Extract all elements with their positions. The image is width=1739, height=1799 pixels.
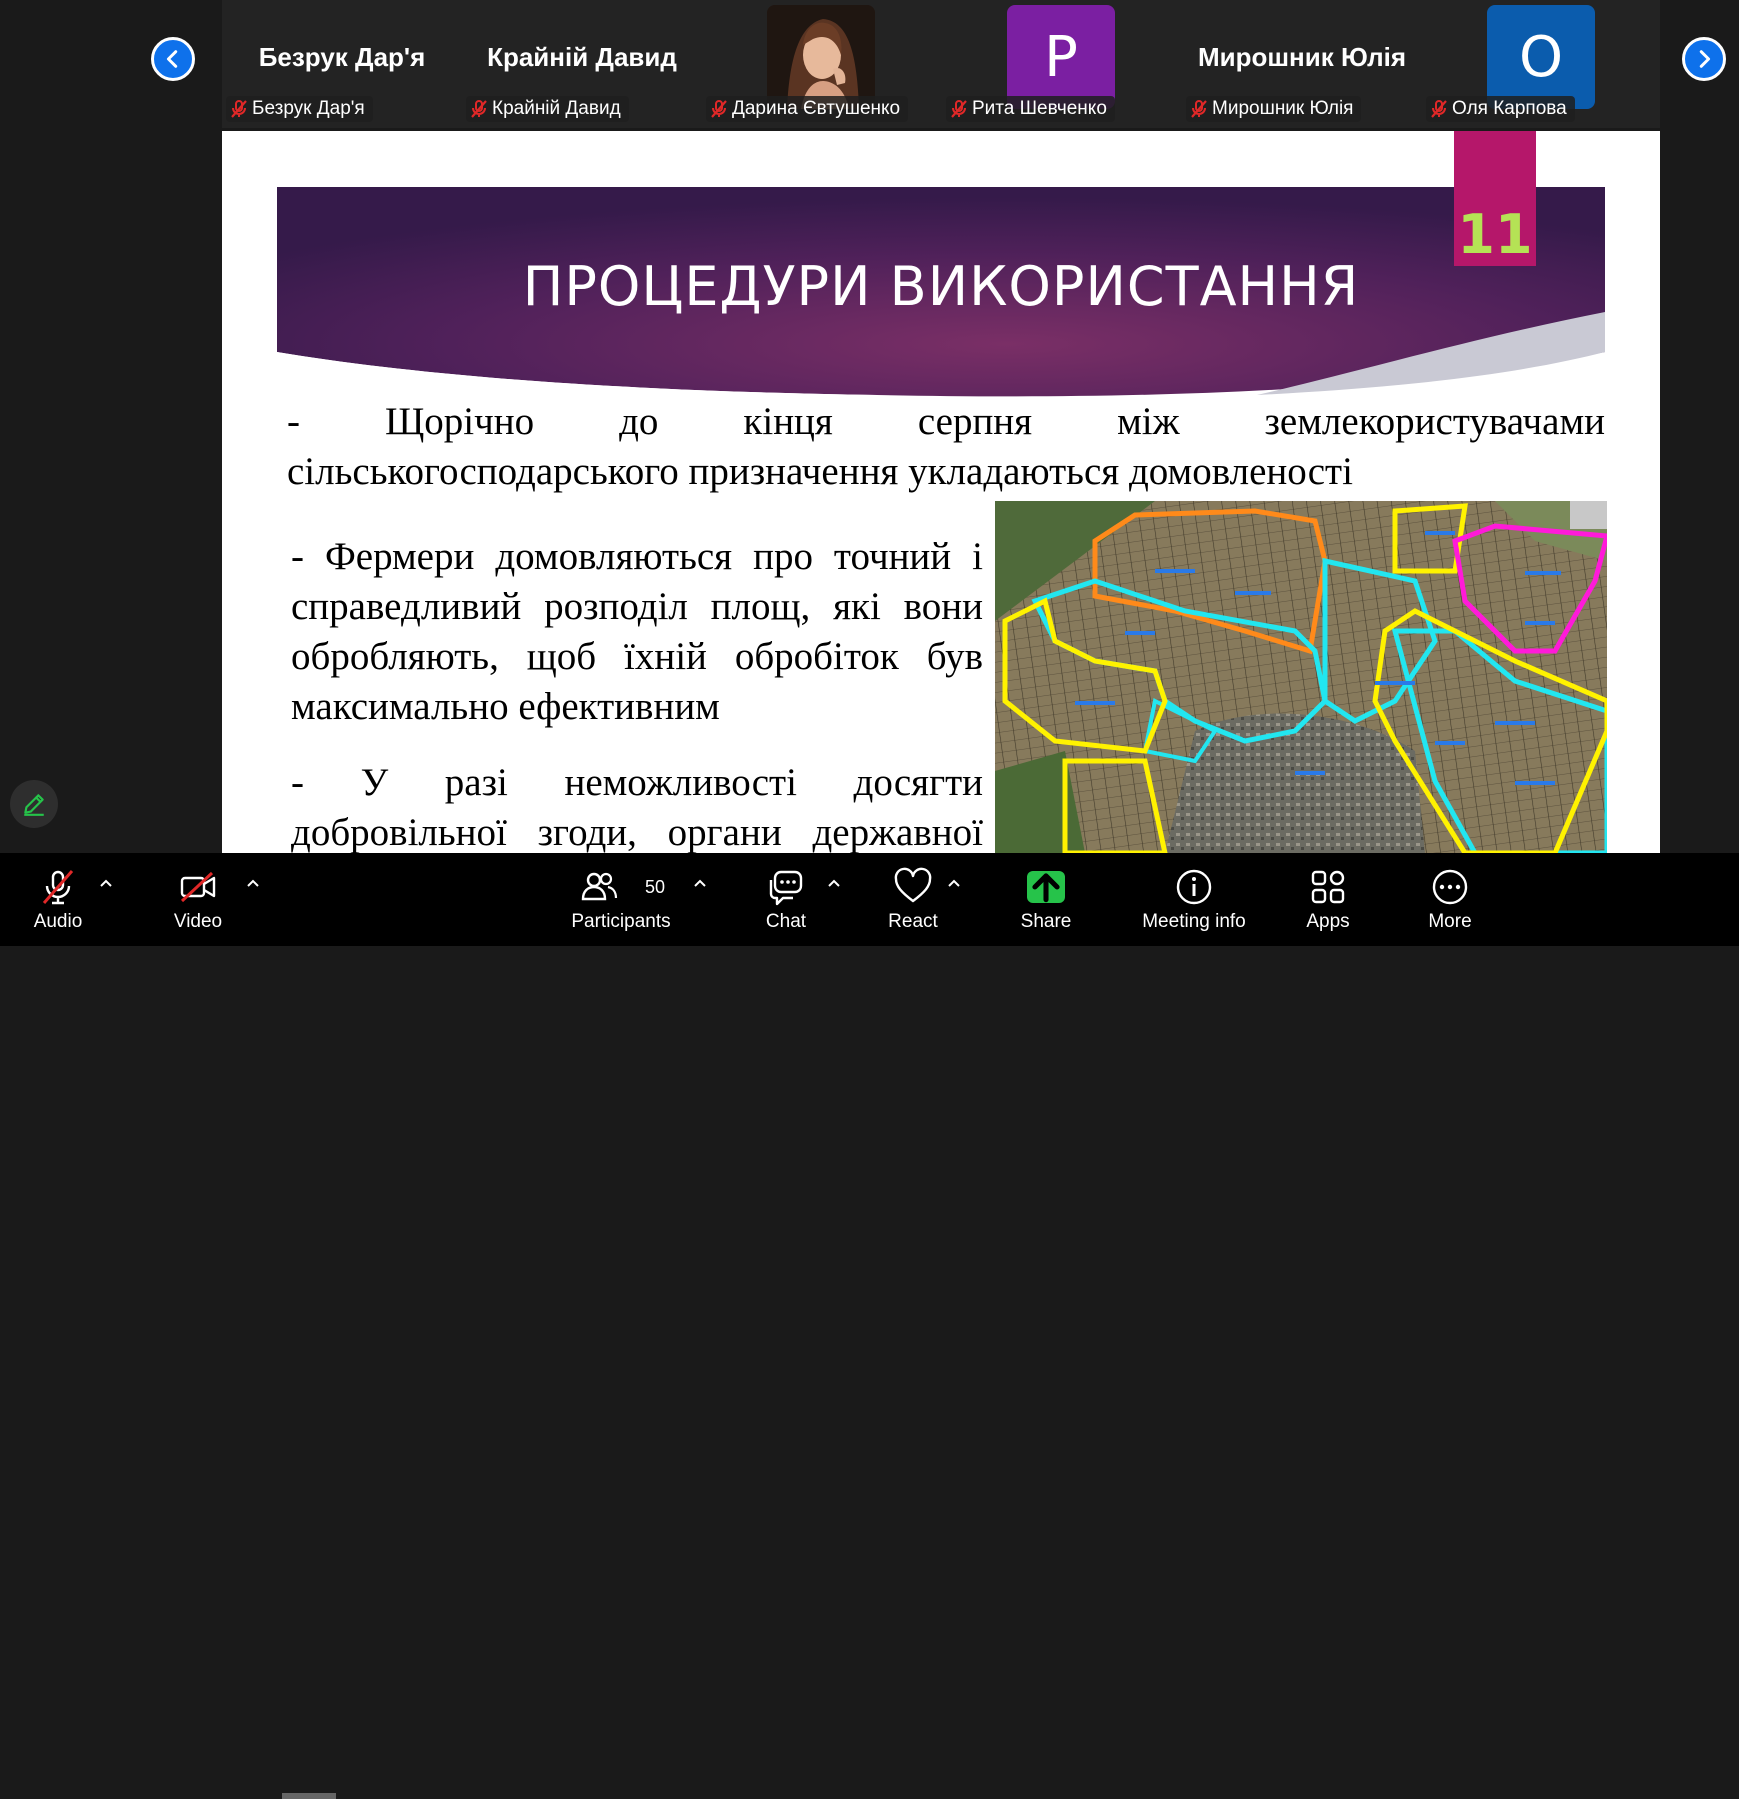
mic-muted-icon <box>951 100 967 118</box>
participants-options-chevron-up-icon[interactable] <box>692 875 708 891</box>
bottom-scroll-indicator <box>282 1793 336 1799</box>
participant-avatar: P <box>1007 5 1115 109</box>
participant-tile[interactable]: P Рита Шевченко <box>942 0 1182 128</box>
slide-paragraph-line: справедливий розподіл площ, які вони <box>291 585 983 628</box>
share-label: Share <box>1020 911 1072 932</box>
satellite-map-image <box>995 501 1607 853</box>
pencil-icon <box>24 794 44 816</box>
react-label: React <box>888 911 938 932</box>
share-icon-box <box>1027 871 1065 903</box>
slide-number-box: 11 <box>1454 131 1536 266</box>
slide-paragraph-line: максимально ефективним <box>291 685 720 728</box>
meeting-info-button[interactable]: Meeting info <box>1136 867 1252 937</box>
react-options-chevron-up-icon[interactable] <box>946 875 962 891</box>
slide-paragraph-line: - Фермери домовляються про точний і <box>291 535 983 578</box>
mic-muted-icon <box>1431 100 1447 118</box>
participant-video-photo <box>767 5 875 109</box>
heart-icon <box>894 867 932 903</box>
share-arrow-up-icon <box>1032 873 1060 903</box>
share-button[interactable]: Share <box>1016 867 1076 937</box>
participant-name-label: Безрук Дар'я <box>226 96 373 122</box>
chat-icon <box>769 870 803 906</box>
participant-label-text: Крайній Давид <box>492 98 621 119</box>
person-photo-icon <box>767 5 875 109</box>
participant-display-name: Крайній Давид <box>487 42 677 72</box>
meeting-toolbar: Audio Video Participants 50 Chat React S… <box>0 853 1739 1799</box>
slide-title: ПРОЦЕДУРИ ВИКОРИСТАННЯ <box>522 255 1360 318</box>
participant-tile[interactable]: Безрук Дар'я Безрук Дар'я <box>222 0 462 128</box>
mic-muted-icon <box>471 100 487 118</box>
apps-button[interactable]: Apps <box>1298 867 1358 937</box>
participant-display-name: Безрук Дар'я <box>258 42 426 72</box>
gallery-next-button[interactable] <box>1682 37 1726 81</box>
audio-button[interactable]: Audio <box>28 867 88 937</box>
slide-number: 11 <box>1457 203 1533 266</box>
video-label: Video <box>173 911 223 932</box>
audio-label: Audio <box>33 911 83 932</box>
shared-screen-slide: ПРОЦЕДУРИ ВИКОРИСТАННЯ 11 - Щорічно до к… <box>222 131 1660 853</box>
participant-label-text: Рита Шевченко <box>972 98 1107 119</box>
participant-tile[interactable]: Дарина Євтушенко <box>702 0 942 128</box>
participants-label: Participants <box>571 911 671 932</box>
participant-label-text: Безрук Дар'я <box>252 98 365 119</box>
participant-name-label: Оля Карпова <box>1426 96 1575 122</box>
video-off-icon <box>180 871 216 903</box>
gallery-strip: Безрук Дар'я Безрук Дар'я Крайній Давид … <box>0 0 1739 130</box>
participant-display-name: Мирошник Юлія <box>1197 42 1407 72</box>
participant-name-label: Рита Шевченко <box>946 96 1115 122</box>
audio-options-chevron-up-icon[interactable] <box>98 875 114 891</box>
chat-options-chevron-up-icon[interactable] <box>826 875 842 891</box>
participant-tile[interactable]: Мирошник Юлія Мирошник Юлія <box>1182 0 1422 128</box>
react-button[interactable]: React <box>882 867 944 937</box>
participants-count-badge: 50 <box>645 877 666 897</box>
chat-button[interactable]: Chat <box>756 867 816 937</box>
chevron-right-icon <box>1699 50 1711 68</box>
more-dots-icon <box>1432 869 1468 905</box>
meeting-info-label: Meeting info <box>1142 911 1246 932</box>
slide-paragraph-line: обробляють, щоб їхній обробіток був <box>291 635 983 678</box>
video-button[interactable]: Video <box>168 867 228 937</box>
participant-name-label: Мирошник Юлія <box>1186 96 1362 122</box>
mic-muted-icon <box>231 100 247 118</box>
slide-paragraph-line: - У разі неможливості досягти <box>291 761 983 804</box>
participants-icon <box>581 872 618 901</box>
mic-muted-icon <box>1191 100 1207 118</box>
slide-paragraph-line: добровільної згоди, органи державної <box>291 811 983 853</box>
annotate-button[interactable] <box>10 780 58 828</box>
slide-paragraph-line: - Щорічно до кінця серпня між землекорис… <box>287 400 1605 443</box>
mic-muted-icon <box>42 870 74 905</box>
participant-tile[interactable]: O Оля Карпова <box>1422 0 1660 128</box>
more-button[interactable]: More <box>1420 867 1480 937</box>
chat-label: Chat <box>765 911 807 932</box>
participant-name-label: Крайній Давид <box>466 96 629 122</box>
apps-label: Apps <box>1306 911 1350 932</box>
info-icon <box>1176 869 1212 905</box>
more-label: More <box>1428 911 1472 932</box>
mic-muted-icon <box>711 100 727 118</box>
participant-label-text: Оля Карпова <box>1452 98 1567 119</box>
gallery-prev-button[interactable] <box>151 37 195 81</box>
participant-avatar: O <box>1487 5 1595 109</box>
video-options-chevron-up-icon[interactable] <box>245 875 261 891</box>
participant-name-label: Дарина Євтушенко <box>706 96 909 122</box>
participant-tile[interactable]: Крайній Давид Крайній Давид <box>462 0 702 128</box>
slide-paragraph-line: сільськогосподарського призначення уклад… <box>287 450 1353 493</box>
apps-icon <box>1311 870 1345 904</box>
participant-label-text: Дарина Євтушенко <box>732 98 901 119</box>
participant-label-text: Мирошник Юлія <box>1212 98 1354 119</box>
chevron-left-icon <box>166 50 178 68</box>
